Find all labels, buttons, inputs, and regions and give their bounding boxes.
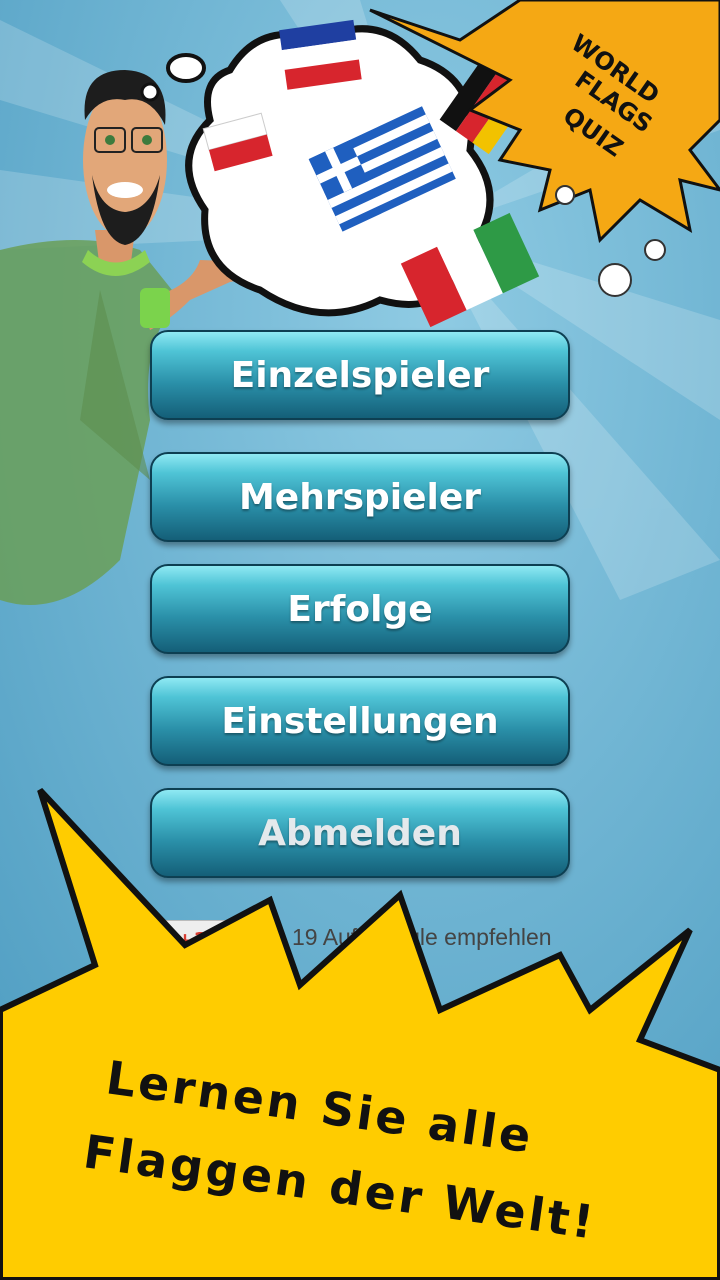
achievements-label: Erfolge	[287, 588, 433, 630]
settings-button[interactable]: Einstellungen	[150, 676, 570, 766]
google-plus-one-button[interactable]: +1	[150, 920, 234, 960]
multiplayer-button[interactable]: Mehrspieler	[150, 452, 570, 542]
achievements-button[interactable]: Erfolge	[150, 564, 570, 654]
logout-label: Abmelden	[258, 812, 462, 854]
settings-label: Einstellungen	[221, 700, 499, 742]
single-player-button[interactable]: Einzelspieler	[150, 330, 570, 420]
logout-button[interactable]: Abmelden	[150, 788, 570, 878]
single-player-label: Einzelspieler	[230, 354, 490, 396]
google-plus-text: 19 Auf Google empfehlen	[292, 924, 552, 950]
multiplayer-label: Mehrspieler	[238, 476, 482, 518]
